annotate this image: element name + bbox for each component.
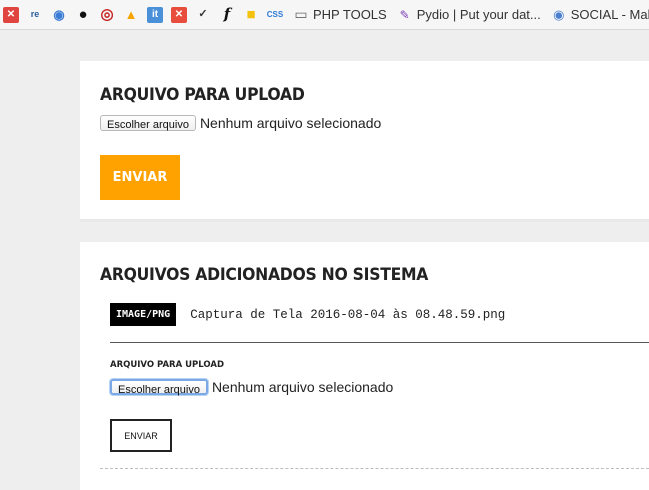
bookmark-label: Pydio | Put your dat... [416, 7, 541, 22]
bookmark-social[interactable]: ◉ SOCIAL - Makea [551, 7, 649, 23]
files-card: ARQUIVOS ADICIONADOS NO SISTEMA IMAGE/PN… [80, 242, 649, 490]
upload-title: ARQUIVO PARA UPLOAD [100, 85, 305, 105]
divider [110, 342, 649, 343]
folder-icon: ▭ [294, 6, 308, 22]
json-icon[interactable]: ✓ [195, 7, 211, 23]
github-icon[interactable]: ● [75, 7, 91, 23]
replace-choose-file-button[interactable]: Escolher arquivo [110, 379, 208, 396]
laravel-icon[interactable]: ✕ [171, 6, 187, 23]
bookmarks-bar: ✕ re ◉ ● ◎ ▲ it ✕ ✓ f ■ CSS ▭ PHP TOOLS … [0, 0, 649, 30]
opera-icon[interactable]: ◎ [99, 7, 115, 23]
entry-separator [100, 468, 649, 469]
pydio-icon: ✎ [399, 7, 410, 22]
bookmark-php-tools[interactable]: ▭ PHP TOOLS [293, 6, 387, 23]
bookmark-pydio[interactable]: ✎ Pydio | Put your dat... [397, 7, 541, 23]
css-icon[interactable]: CSS [267, 7, 283, 23]
box-icon[interactable]: ■ [243, 7, 259, 23]
files-title: ARQUIVOS ADICIONADOS NO SISTEMA [100, 265, 429, 285]
mime-badge: IMAGE/PNG [110, 303, 177, 326]
upload-file-row: Escolher arquivo Nenhum arquivo selecion… [100, 115, 381, 131]
file-status: Nenhum arquivo selecionado [199, 115, 382, 131]
bookmark-label: SOCIAL - Makea [570, 7, 649, 22]
submit-upload-button[interactable]: ENVIAR [100, 155, 180, 200]
firebase-icon[interactable]: ▲ [123, 7, 139, 23]
file-name: Captura de Tela 2016-08-04 às 08.48.59.p… [190, 307, 506, 322]
replace-file-row: Escolher arquivo Nenhum arquivo selecion… [110, 379, 394, 396]
upload-card: ARQUIVO PARA UPLOAD Escolher arquivo Nen… [80, 61, 649, 222]
file-entry: IMAGE/PNG Captura de Tela 2016-08-04 às … [110, 303, 505, 326]
database-icon[interactable]: ◉ [51, 7, 67, 23]
replace-submit-button[interactable]: ENVIAR [110, 419, 172, 452]
function-icon[interactable]: f [219, 7, 235, 23]
regex101-icon[interactable]: re [27, 7, 43, 23]
red-checker-icon[interactable]: ✕ [3, 6, 19, 23]
bookmark-label: PHP TOOLS [313, 7, 387, 22]
replace-upload-label: ARQUIVO PARA UPLOAD [110, 360, 225, 370]
replace-file-status: Nenhum arquivo selecionado [211, 379, 394, 395]
choose-file-button[interactable]: Escolher arquivo [100, 115, 196, 131]
it-icon[interactable]: it [147, 6, 163, 23]
social-icon: ◉ [553, 6, 565, 22]
